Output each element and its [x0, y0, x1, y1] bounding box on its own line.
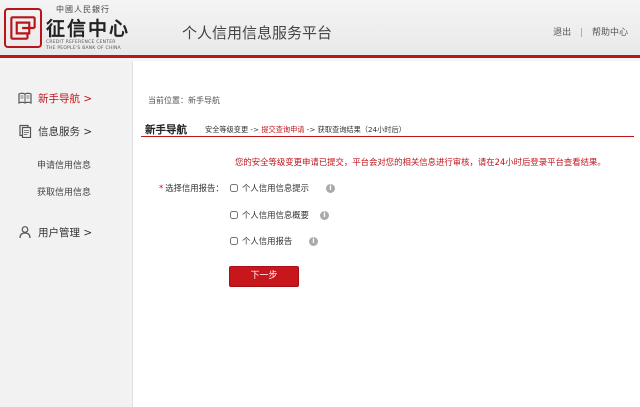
- report-select-label: * 选择信用报告：: [159, 182, 224, 194]
- checkbox-credit-info-hint[interactable]: [230, 184, 238, 192]
- option-label: 个人信用报告: [242, 236, 293, 246]
- header-separator: |: [580, 28, 584, 38]
- document-icon: [18, 124, 32, 139]
- seal-pattern-icon: [10, 16, 36, 40]
- sidebar: 新手导航 > 信息服务 > 申请信用信息 获取信用信息 用户管理 >: [0, 61, 133, 407]
- logo-seal-icon: [4, 8, 42, 48]
- option-label: 个人信用信息提示: [242, 183, 309, 193]
- user-icon: [18, 225, 32, 239]
- option-label: 个人信用信息概要: [242, 210, 309, 220]
- main-content: 当前位置：新手导航 新手导航 安全等级变更 -> 提交查询申请 -> 获取查询结…: [133, 61, 640, 407]
- sidebar-item-novice-guide[interactable]: 新手导航 >: [18, 89, 92, 107]
- option-credit-info-summary: 个人信用信息概要: [230, 209, 309, 221]
- next-step-button[interactable]: 下一步: [229, 266, 299, 287]
- info-icon[interactable]: i: [320, 211, 329, 220]
- logo-english-line1: CREDIT REFERENCE CENTER: [46, 40, 116, 45]
- platform-title: 个人信用信息服务平台: [182, 24, 333, 42]
- step-security-change: 安全等级变更 ->: [205, 125, 262, 134]
- report-select-label-text: 选择信用报告：: [165, 183, 224, 193]
- step-submit-query: 提交查询申请: [261, 125, 305, 134]
- checkbox-credit-info-summary[interactable]: [230, 211, 238, 219]
- sidebar-item-info-service[interactable]: 信息服务 >: [18, 122, 92, 140]
- step-progress: 安全等级变更 -> 提交查询申请 -> 获取查询结果（24小时后）: [205, 125, 406, 135]
- sidebar-subitem-apply-credit-info[interactable]: 申请信用信息: [37, 158, 91, 171]
- step-get-result: -> 获取查询结果（24小时后）: [304, 125, 406, 134]
- header: 中國人民銀行 征信中心 CREDIT REFERENCE CENTER THE …: [0, 0, 640, 58]
- option-credit-info-hint: 个人信用信息提示: [230, 182, 309, 194]
- step-bar: 新手导航 安全等级变更 -> 提交查询申请 -> 获取查询结果（24小时后）: [141, 121, 634, 137]
- checkbox-credit-report[interactable]: [230, 237, 238, 245]
- sidebar-item-label: 新手导航 >: [38, 92, 93, 105]
- header-links: 退出 | 帮助中心: [553, 25, 628, 38]
- info-icon[interactable]: i: [309, 237, 318, 246]
- book-icon: [18, 91, 32, 105]
- sidebar-item-label: 信息服务 >: [38, 125, 93, 138]
- info-icon[interactable]: i: [326, 184, 335, 193]
- sidebar-subitem-get-credit-info[interactable]: 获取信用信息: [37, 185, 91, 198]
- sidebar-item-label: 用户管理 >: [38, 226, 93, 239]
- logo-english-line2: THE PEOPLE'S BANK OF CHINA: [46, 46, 121, 51]
- step-title: 新手导航: [145, 124, 187, 136]
- help-center-link[interactable]: 帮助中心: [592, 28, 628, 38]
- option-credit-report: 个人信用报告: [230, 235, 292, 247]
- notice-message: 您的安全等级变更申请已提交，平台会对您的相关信息进行审核，请在24小时后登录平台…: [235, 157, 606, 167]
- logo-title: 征信中心: [46, 18, 131, 40]
- required-mark: *: [159, 183, 164, 193]
- sidebar-item-user-management[interactable]: 用户管理 >: [18, 223, 92, 241]
- breadcrumb: 当前位置：新手导航: [148, 96, 220, 105]
- logout-link[interactable]: 退出: [553, 28, 571, 38]
